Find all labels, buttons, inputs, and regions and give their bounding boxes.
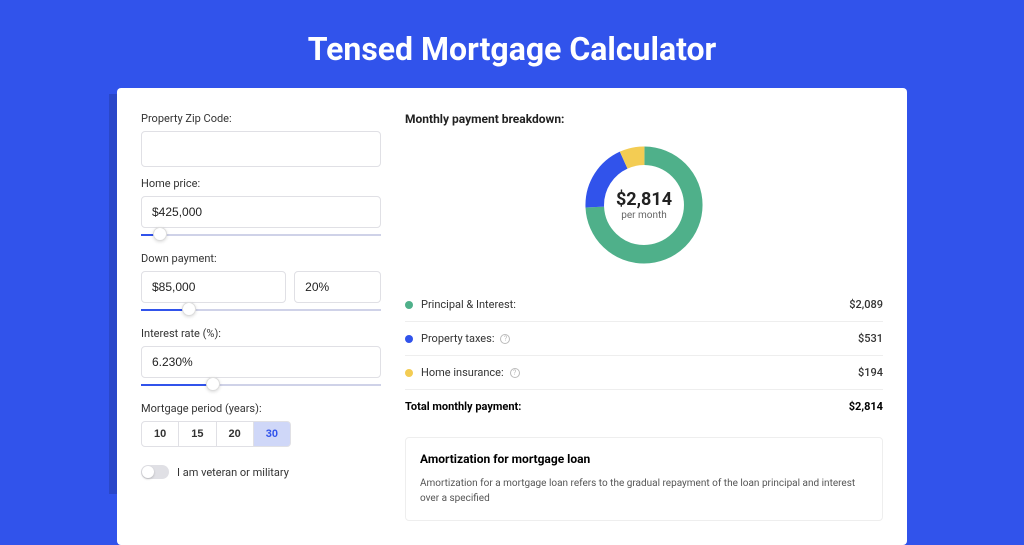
amortization-title: Amortization for mortgage loan <box>420 452 868 466</box>
calculator-card: Property Zip Code: Home price: Down paym… <box>117 88 907 545</box>
mortgage-period-group: 10152030 <box>141 421 381 447</box>
down-amount-input[interactable] <box>141 271 286 303</box>
period-button-30[interactable]: 30 <box>254 421 291 447</box>
veteran-toggle[interactable] <box>141 465 169 479</box>
period-button-20[interactable]: 20 <box>217 421 254 447</box>
home-price-label: Home price: <box>141 177 381 190</box>
legend-dot-icon <box>405 335 413 343</box>
mortgage-period-label: Mortgage period (years): <box>141 402 381 415</box>
period-button-15[interactable]: 15 <box>179 421 216 447</box>
down-payment-label: Down payment: <box>141 252 381 265</box>
legend-row: Home insurance:? $194 <box>405 356 883 389</box>
legend-value: $194 <box>858 366 883 379</box>
slider-thumb-icon[interactable] <box>206 377 220 391</box>
home-price-slider[interactable] <box>141 232 381 238</box>
home-price-input[interactable] <box>141 196 381 228</box>
total-row: Total monthly payment: $2,814 <box>405 389 883 423</box>
interest-rate-label: Interest rate (%): <box>141 327 381 340</box>
monthly-payment-donut: $2,814 per month <box>579 140 709 270</box>
down-payment-slider[interactable] <box>141 307 381 313</box>
breakdown-legend: Principal & Interest: $2,089 Property taxe… <box>405 288 883 389</box>
info-icon[interactable]: ? <box>500 334 510 344</box>
breakdown-title: Monthly payment breakdown: <box>405 112 883 126</box>
form-column: Property Zip Code: Home price: Down paym… <box>141 112 381 521</box>
legend-label: Home insurance: <box>421 366 504 379</box>
toggle-knob-icon <box>142 466 154 478</box>
down-percent-input[interactable] <box>294 271 381 303</box>
amortization-box: Amortization for mortgage loan Amortizat… <box>405 437 883 521</box>
total-value: $2,814 <box>849 400 883 413</box>
zip-input[interactable] <box>141 131 381 167</box>
amortization-text: Amortization for a mortgage loan refers … <box>420 476 868 506</box>
legend-row: Principal & Interest: $2,089 <box>405 288 883 322</box>
donut-sublabel: per month <box>621 210 667 221</box>
veteran-label: I am veteran or military <box>177 466 289 479</box>
legend-value: $531 <box>858 332 883 345</box>
legend-value: $2,089 <box>849 298 883 311</box>
slider-thumb-icon[interactable] <box>182 302 196 316</box>
interest-rate-slider[interactable] <box>141 382 381 388</box>
legend-dot-icon <box>405 301 413 309</box>
legend-row: Property taxes:? $531 <box>405 322 883 356</box>
page-title: Tensed Mortgage Calculator <box>0 0 1024 88</box>
slider-thumb-icon[interactable] <box>153 227 167 241</box>
legend-label: Property taxes: <box>421 332 494 345</box>
zip-label: Property Zip Code: <box>141 112 381 125</box>
interest-rate-input[interactable] <box>141 346 381 378</box>
total-label: Total monthly payment: <box>405 400 521 413</box>
info-icon[interactable]: ? <box>510 368 520 378</box>
breakdown-column: Monthly payment breakdown: $2,814 per mo… <box>405 112 883 521</box>
period-button-10[interactable]: 10 <box>141 421 179 447</box>
legend-dot-icon <box>405 369 413 377</box>
donut-amount: $2,814 <box>616 189 672 210</box>
legend-label: Principal & Interest: <box>421 298 516 311</box>
